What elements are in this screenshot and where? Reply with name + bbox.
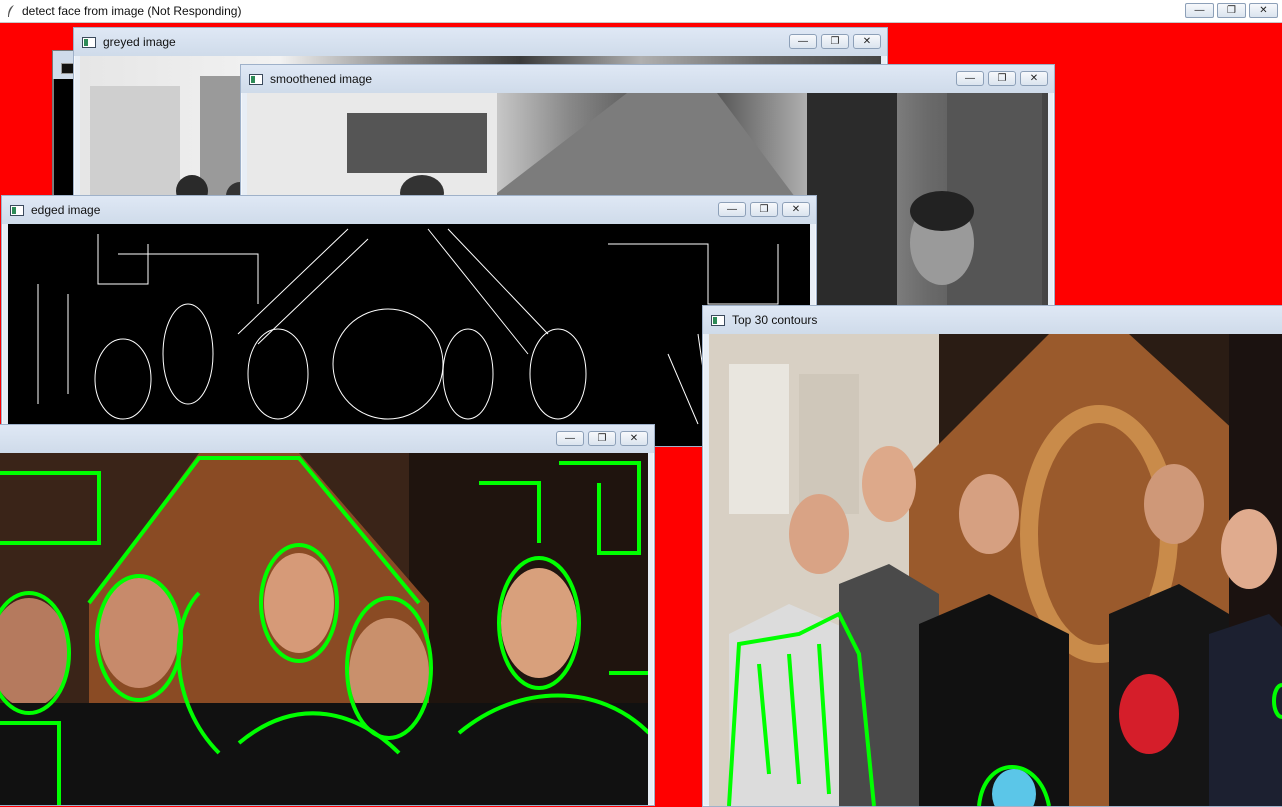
- greyed-image-titlebar[interactable]: greyed image — ❐ ✕: [74, 28, 887, 56]
- window-icon: [249, 73, 263, 85]
- window-icon: [10, 204, 24, 216]
- minimize-icon: —: [965, 72, 975, 84]
- close-button[interactable]: ✕: [782, 202, 810, 217]
- minimize-icon: —: [1194, 4, 1205, 16]
- window-controls: — ❐ ✕: [956, 71, 1048, 86]
- top-30-contours-image: [709, 334, 1282, 806]
- restore-button[interactable]: ❐: [1217, 3, 1246, 18]
- restore-icon: ❐: [997, 72, 1007, 84]
- main-window-controls: — ❐ ✕: [1185, 3, 1278, 18]
- contours-image: [0, 453, 648, 805]
- close-button[interactable]: ✕: [1020, 71, 1048, 86]
- feather-icon: [6, 4, 16, 18]
- restore-button[interactable]: ❐: [988, 71, 1016, 86]
- top-30-contours-window[interactable]: Top 30 contours: [702, 305, 1282, 807]
- minimize-icon: —: [565, 432, 575, 444]
- main-window-titlebar: detect face from image (Not Responding) …: [0, 0, 1282, 23]
- top-30-contours-title: Top 30 contours: [732, 313, 818, 327]
- contours-window[interactable]: — ❐ ✕: [0, 424, 655, 806]
- edged-image-title: edged image: [31, 203, 101, 217]
- minimize-icon: —: [727, 203, 737, 215]
- close-icon: ✕: [791, 203, 801, 215]
- minimize-icon: —: [798, 35, 808, 47]
- minimize-button[interactable]: —: [1185, 3, 1214, 18]
- close-icon: ✕: [1259, 4, 1268, 16]
- minimize-button[interactable]: —: [556, 431, 584, 446]
- restore-button[interactable]: ❐: [588, 431, 616, 446]
- restore-icon: ❐: [597, 432, 607, 444]
- edged-image-titlebar[interactable]: edged image — ❐ ✕: [2, 196, 816, 224]
- restore-icon: ❐: [830, 35, 840, 47]
- window-controls: — ❐ ✕: [556, 431, 648, 446]
- top-30-contours-titlebar[interactable]: Top 30 contours: [703, 306, 1282, 334]
- restore-icon: ❐: [1227, 4, 1236, 16]
- close-button[interactable]: ✕: [1249, 3, 1278, 18]
- main-window-title: detect face from image (Not Responding): [22, 4, 242, 18]
- smoothened-image-titlebar[interactable]: smoothened image — ❐ ✕: [241, 65, 1054, 93]
- close-icon: ✕: [1029, 72, 1039, 84]
- contours-titlebar[interactable]: — ❐ ✕: [0, 425, 654, 453]
- restore-button[interactable]: ❐: [750, 202, 778, 217]
- minimize-button[interactable]: —: [956, 71, 984, 86]
- minimize-button[interactable]: —: [718, 202, 746, 217]
- window-controls: — ❐ ✕: [789, 34, 881, 49]
- restore-button[interactable]: ❐: [821, 34, 849, 49]
- window-icon: [82, 36, 96, 48]
- edged-image-window[interactable]: edged image — ❐ ✕: [1, 195, 817, 447]
- greyed-image-title: greyed image: [103, 35, 176, 49]
- close-button[interactable]: ✕: [853, 34, 881, 49]
- close-button[interactable]: ✕: [620, 431, 648, 446]
- close-icon: ✕: [629, 432, 639, 444]
- window-controls: — ❐ ✕: [718, 202, 810, 217]
- edged-image: [8, 224, 810, 446]
- smoothened-image-title: smoothened image: [270, 72, 373, 86]
- window-icon: [711, 314, 725, 326]
- restore-icon: ❐: [759, 203, 769, 215]
- close-icon: ✕: [862, 35, 872, 47]
- minimize-button[interactable]: —: [789, 34, 817, 49]
